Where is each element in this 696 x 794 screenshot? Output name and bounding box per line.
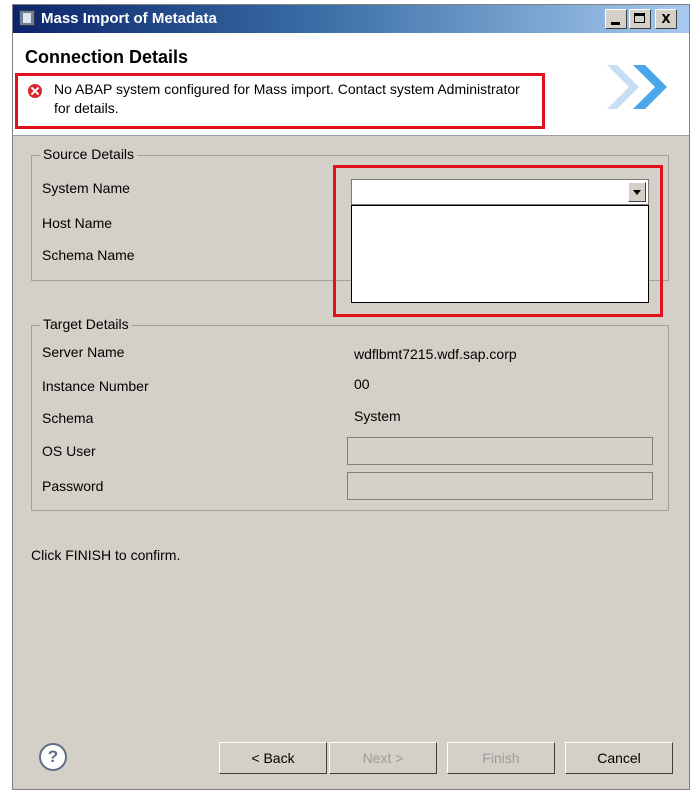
server-name-value: wdflbmt7215.wdf.sap.corp [354, 346, 517, 362]
os-user-field[interactable] [347, 437, 653, 465]
next-button[interactable]: Next > [329, 742, 437, 774]
wizard-header: Connection Details No ABAP system config… [13, 33, 689, 136]
schema-value: System [354, 408, 401, 424]
password-label: Password [42, 478, 104, 494]
finish-button[interactable]: Finish [447, 742, 555, 774]
server-name-label: Server Name [42, 344, 125, 360]
chevron-down-icon[interactable] [628, 182, 646, 202]
app-icon [19, 10, 35, 26]
system-name-dropdown[interactable] [351, 179, 649, 205]
help-icon[interactable]: ? [39, 743, 67, 771]
back-button[interactable]: < Back [219, 742, 327, 774]
dialog-window: Mass Import of Metadata X Connection Det… [12, 4, 690, 790]
instance-number-label: Instance Number [42, 378, 149, 394]
os-user-label: OS User [42, 443, 96, 459]
schema-label: Schema [42, 410, 94, 426]
instance-number-value: 00 [354, 376, 370, 392]
minimize-button[interactable] [605, 9, 627, 29]
host-name-label: Host Name [42, 215, 113, 231]
error-message-box: No ABAP system configured for Mass impor… [15, 73, 545, 129]
page-title: Connection Details [25, 47, 189, 67]
source-details-label: Source Details [40, 146, 138, 162]
system-name-options-list[interactable] [351, 205, 649, 303]
title-bar: Mass Import of Metadata X [13, 5, 689, 33]
password-field[interactable] [347, 472, 653, 500]
system-name-label: System Name [42, 180, 130, 196]
error-message: No ABAP system configured for Mass impor… [54, 81, 520, 116]
close-button[interactable]: X [655, 9, 677, 29]
window-title: Mass Import of Metadata [41, 10, 217, 27]
wizard-banner-icon [607, 65, 667, 109]
cancel-button[interactable]: Cancel [565, 742, 673, 774]
maximize-button[interactable] [629, 9, 651, 29]
target-details-label: Target Details [40, 316, 132, 332]
error-icon [28, 84, 42, 98]
schema-name-label: Schema Name [42, 247, 135, 263]
confirm-instruction: Click FINISH to confirm. [31, 547, 181, 563]
